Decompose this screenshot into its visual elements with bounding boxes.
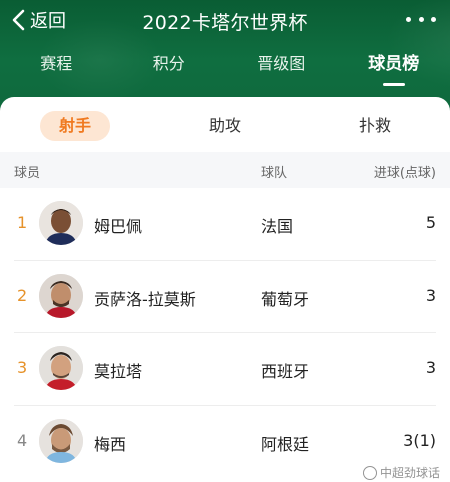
column-team: 球队 <box>261 166 288 181</box>
player-name: 贡萨洛-拉莫斯 <box>94 289 196 309</box>
player-name: 姆巴佩 <box>94 217 143 236</box>
subtab-saves[interactable]: 扑救 <box>340 111 410 141</box>
team-name: 西班牙 <box>261 362 310 381</box>
main-tabs: 赛程 积分 晋级图 球员榜 <box>0 50 450 90</box>
rank: 3 <box>17 358 28 377</box>
page-title: 2022卡塔尔世界杯 <box>142 12 308 34</box>
table-header: 球员 球队 进球(点球) <box>0 152 450 188</box>
tab-bracket[interactable]: 晋级图 <box>225 50 338 90</box>
tab-schedule[interactable]: 赛程 <box>0 50 113 90</box>
column-player: 球员 <box>14 166 41 181</box>
tab-player-rankings[interactable]: 球员榜 <box>338 50 450 90</box>
table-row[interactable]: 1 姆巴佩 法国 5 <box>14 188 436 261</box>
rankings-card: 射手 助攻 扑救 球员 球队 进球(点球) 1 姆巴佩 法国 5 2 贡萨洛-拉… <box>0 97 450 482</box>
tab-standings[interactable]: 积分 <box>113 50 226 90</box>
player-list: 1 姆巴佩 法国 5 2 贡萨洛-拉莫斯 葡萄牙 3 3 莫拉塔 西班牙 3 4… <box>0 188 450 478</box>
team-name: 阿根廷 <box>261 434 310 454</box>
rank: 4 <box>17 430 28 450</box>
more-options-icon[interactable] <box>406 11 436 27</box>
player-avatar <box>39 346 83 390</box>
table-row[interactable]: 2 贡萨洛-拉莫斯 葡萄牙 3 <box>14 261 436 333</box>
app-header: 返回 2022卡塔尔世界杯 赛程 积分 晋级图 球员榜 <box>0 0 450 100</box>
ranking-subtabs: 射手 助攻 扑救 <box>0 109 450 143</box>
player-name: 梅西 <box>94 434 127 454</box>
subtab-scorers[interactable]: 射手 <box>40 111 110 141</box>
goals-count: 3 <box>425 358 436 377</box>
goals-count: 5 <box>425 213 436 232</box>
rank: 2 <box>17 285 28 305</box>
column-goals: 进球(点球) <box>373 166 436 181</box>
team-name: 法国 <box>261 217 294 236</box>
rank: 1 <box>17 213 28 232</box>
watermark-text: 中超劲球话 <box>379 466 440 480</box>
player-avatar <box>39 273 83 318</box>
table-row[interactable]: 3 莫拉塔 西班牙 3 <box>14 333 436 406</box>
player-avatar <box>39 201 83 245</box>
watermark: 中超劲球话 <box>362 464 440 481</box>
team-name: 葡萄牙 <box>261 289 310 309</box>
goals-count: 3(1) <box>403 430 436 450</box>
watermark-icon <box>362 465 377 480</box>
player-name: 莫拉塔 <box>94 362 143 381</box>
player-avatar <box>39 418 83 463</box>
goals-count: 3 <box>425 285 436 305</box>
subtab-assists[interactable]: 助攻 <box>190 111 260 141</box>
